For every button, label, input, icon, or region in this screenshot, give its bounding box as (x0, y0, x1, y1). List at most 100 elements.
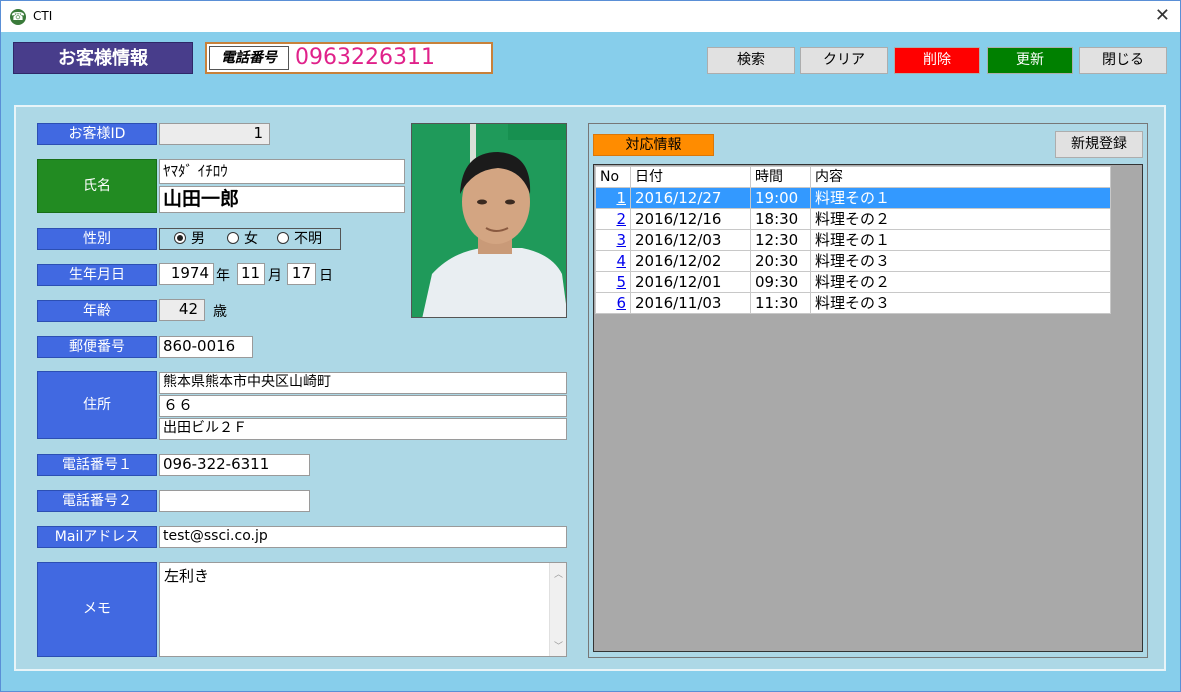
address-label: 住所 (37, 371, 157, 439)
address-line1-field[interactable]: 熊本県熊本市中央区山崎町 (159, 372, 567, 394)
customer-id-label: お客様ID (37, 123, 157, 145)
table-row[interactable]: 4 2016/12/02 20:30 料理その３ (595, 250, 1111, 272)
new-register-button[interactable]: 新規登録 (1055, 131, 1143, 158)
row-no-link[interactable]: 6 (616, 294, 626, 312)
row-date: 2016/11/03 (630, 292, 751, 314)
delete-button[interactable]: 削除 (894, 47, 980, 74)
row-time: 18:30 (750, 208, 811, 230)
name-label: 氏名 (37, 159, 157, 213)
clear-button[interactable]: クリア (800, 47, 888, 74)
birth-day-field[interactable]: 17 (287, 263, 316, 285)
row-date: 2016/12/02 (630, 250, 751, 272)
update-button[interactable]: 更新 (987, 47, 1073, 74)
memo-text: 左利き (164, 567, 210, 585)
search-button[interactable]: 検索 (707, 47, 795, 74)
history-table: No 日付 時間 内容 1 2016/12/27 19:00 料理その１ 2 2… (595, 166, 1111, 314)
phone2-field[interactable] (159, 490, 310, 512)
radio-checked-icon (174, 232, 186, 244)
gender-option-male-label: 男 (191, 231, 205, 247)
page-title: お客様情報 (13, 42, 193, 74)
row-no-cell: 6 (595, 292, 631, 314)
row-content: 料理その３ (810, 250, 1111, 272)
table-row[interactable]: 3 2016/12/03 12:30 料理その１ (595, 229, 1111, 251)
row-no-link[interactable]: 1 (616, 189, 626, 207)
row-no-cell: 2 (595, 208, 631, 230)
row-date: 2016/12/03 (630, 229, 751, 251)
gender-option-unknown-label: 不明 (294, 231, 322, 247)
phone2-label: 電話番号２ (37, 490, 157, 512)
row-no-link[interactable]: 3 (616, 231, 626, 249)
month-unit: 月 (268, 268, 282, 284)
column-header-date[interactable]: 日付 (630, 166, 751, 188)
memo-scrollbar[interactable]: ︿ ﹀ (549, 563, 566, 656)
birthdate-label: 生年月日 (37, 264, 157, 286)
customer-photo (411, 123, 567, 318)
phone1-field[interactable]: 096-322-6311 (159, 454, 310, 476)
memo-textarea[interactable]: 左利き ︿ ﹀ (159, 562, 567, 657)
row-no-link[interactable]: 2 (616, 210, 626, 228)
row-no-cell: 1 (595, 187, 631, 209)
column-header-content[interactable]: 内容 (810, 166, 1111, 188)
phone-value: 0963226311 (295, 45, 435, 70)
row-time: 11:30 (750, 292, 811, 314)
name-kana-field[interactable]: ﾔﾏﾀﾞ ｲﾁﾛｳ (159, 159, 405, 184)
incoming-phone-box: 電話番号 0963226311 (205, 42, 493, 74)
gender-option-female-label: 女 (244, 231, 258, 247)
customer-id-field: 1 (159, 123, 270, 145)
radio-unchecked-icon (227, 232, 239, 244)
column-header-time[interactable]: 時間 (750, 166, 811, 188)
row-content: 料理その１ (810, 187, 1111, 209)
table-row[interactable]: 6 2016/11/03 11:30 料理その３ (595, 292, 1111, 314)
row-content: 料理その１ (810, 229, 1111, 251)
row-content: 料理その３ (810, 292, 1111, 314)
row-no-link[interactable]: 4 (616, 252, 626, 270)
name-field[interactable]: 山田一郎 (159, 186, 405, 213)
table-row[interactable]: 2 2016/12/16 18:30 料理その２ (595, 208, 1111, 230)
memo-label: メモ (37, 562, 157, 657)
phone-label: 電話番号 (209, 46, 289, 70)
table-row[interactable]: 5 2016/12/01 09:30 料理その２ (595, 271, 1111, 293)
row-content: 料理その２ (810, 271, 1111, 293)
close-button[interactable]: 閉じる (1079, 47, 1167, 74)
phone1-label: 電話番号１ (37, 454, 157, 476)
scroll-up-icon[interactable]: ︿ (554, 567, 563, 580)
postal-label: 郵便番号 (37, 336, 157, 358)
mail-label: Mailアドレス (37, 526, 157, 548)
age-unit: 歳 (213, 304, 227, 320)
gender-option-male[interactable]: 男 (174, 229, 205, 249)
row-date: 2016/12/27 (630, 187, 751, 209)
column-header-no[interactable]: No (595, 166, 631, 188)
address-line2-field[interactable]: ６６ (159, 395, 567, 417)
row-time: 12:30 (750, 229, 811, 251)
row-no-cell: 4 (595, 250, 631, 272)
title-bar: ☎ CTI ✕ (0, 0, 1181, 32)
gender-option-female[interactable]: 女 (227, 229, 258, 249)
mail-field[interactable]: test@ssci.co.jp (159, 526, 567, 548)
address-line3-field[interactable]: 出田ビル２Ｆ (159, 418, 567, 440)
row-time: 09:30 (750, 271, 811, 293)
year-unit: 年 (216, 268, 230, 284)
history-grid: No 日付 時間 内容 1 2016/12/27 19:00 料理その１ 2 2… (593, 164, 1143, 652)
close-icon[interactable]: ✕ (1155, 5, 1170, 26)
history-header-row: No 日付 時間 内容 (595, 166, 1111, 188)
phone-icon: ☎ (10, 9, 26, 25)
scroll-down-icon[interactable]: ﹀ (554, 639, 563, 652)
gender-option-unknown[interactable]: 不明 (277, 229, 322, 249)
birth-month-field[interactable]: 11 (237, 263, 265, 285)
window-title: CTI (33, 9, 53, 23)
postal-field[interactable]: 860-0016 (159, 336, 253, 358)
gender-radio-group: 男 女 不明 (159, 228, 341, 250)
history-badge: 対応情報 (593, 134, 714, 156)
row-date: 2016/12/16 (630, 208, 751, 230)
age-field: 42 (159, 299, 205, 321)
row-no-cell: 5 (595, 271, 631, 293)
row-date: 2016/12/01 (630, 271, 751, 293)
table-row[interactable]: 1 2016/12/27 19:00 料理その１ (595, 187, 1111, 209)
radio-unchecked-icon (277, 232, 289, 244)
person-photo-image (412, 124, 566, 317)
birth-year-field[interactable]: 1974 (159, 263, 214, 285)
age-label: 年齢 (37, 300, 157, 322)
row-content: 料理その２ (810, 208, 1111, 230)
row-no-link[interactable]: 5 (616, 273, 626, 291)
row-time: 20:30 (750, 250, 811, 272)
